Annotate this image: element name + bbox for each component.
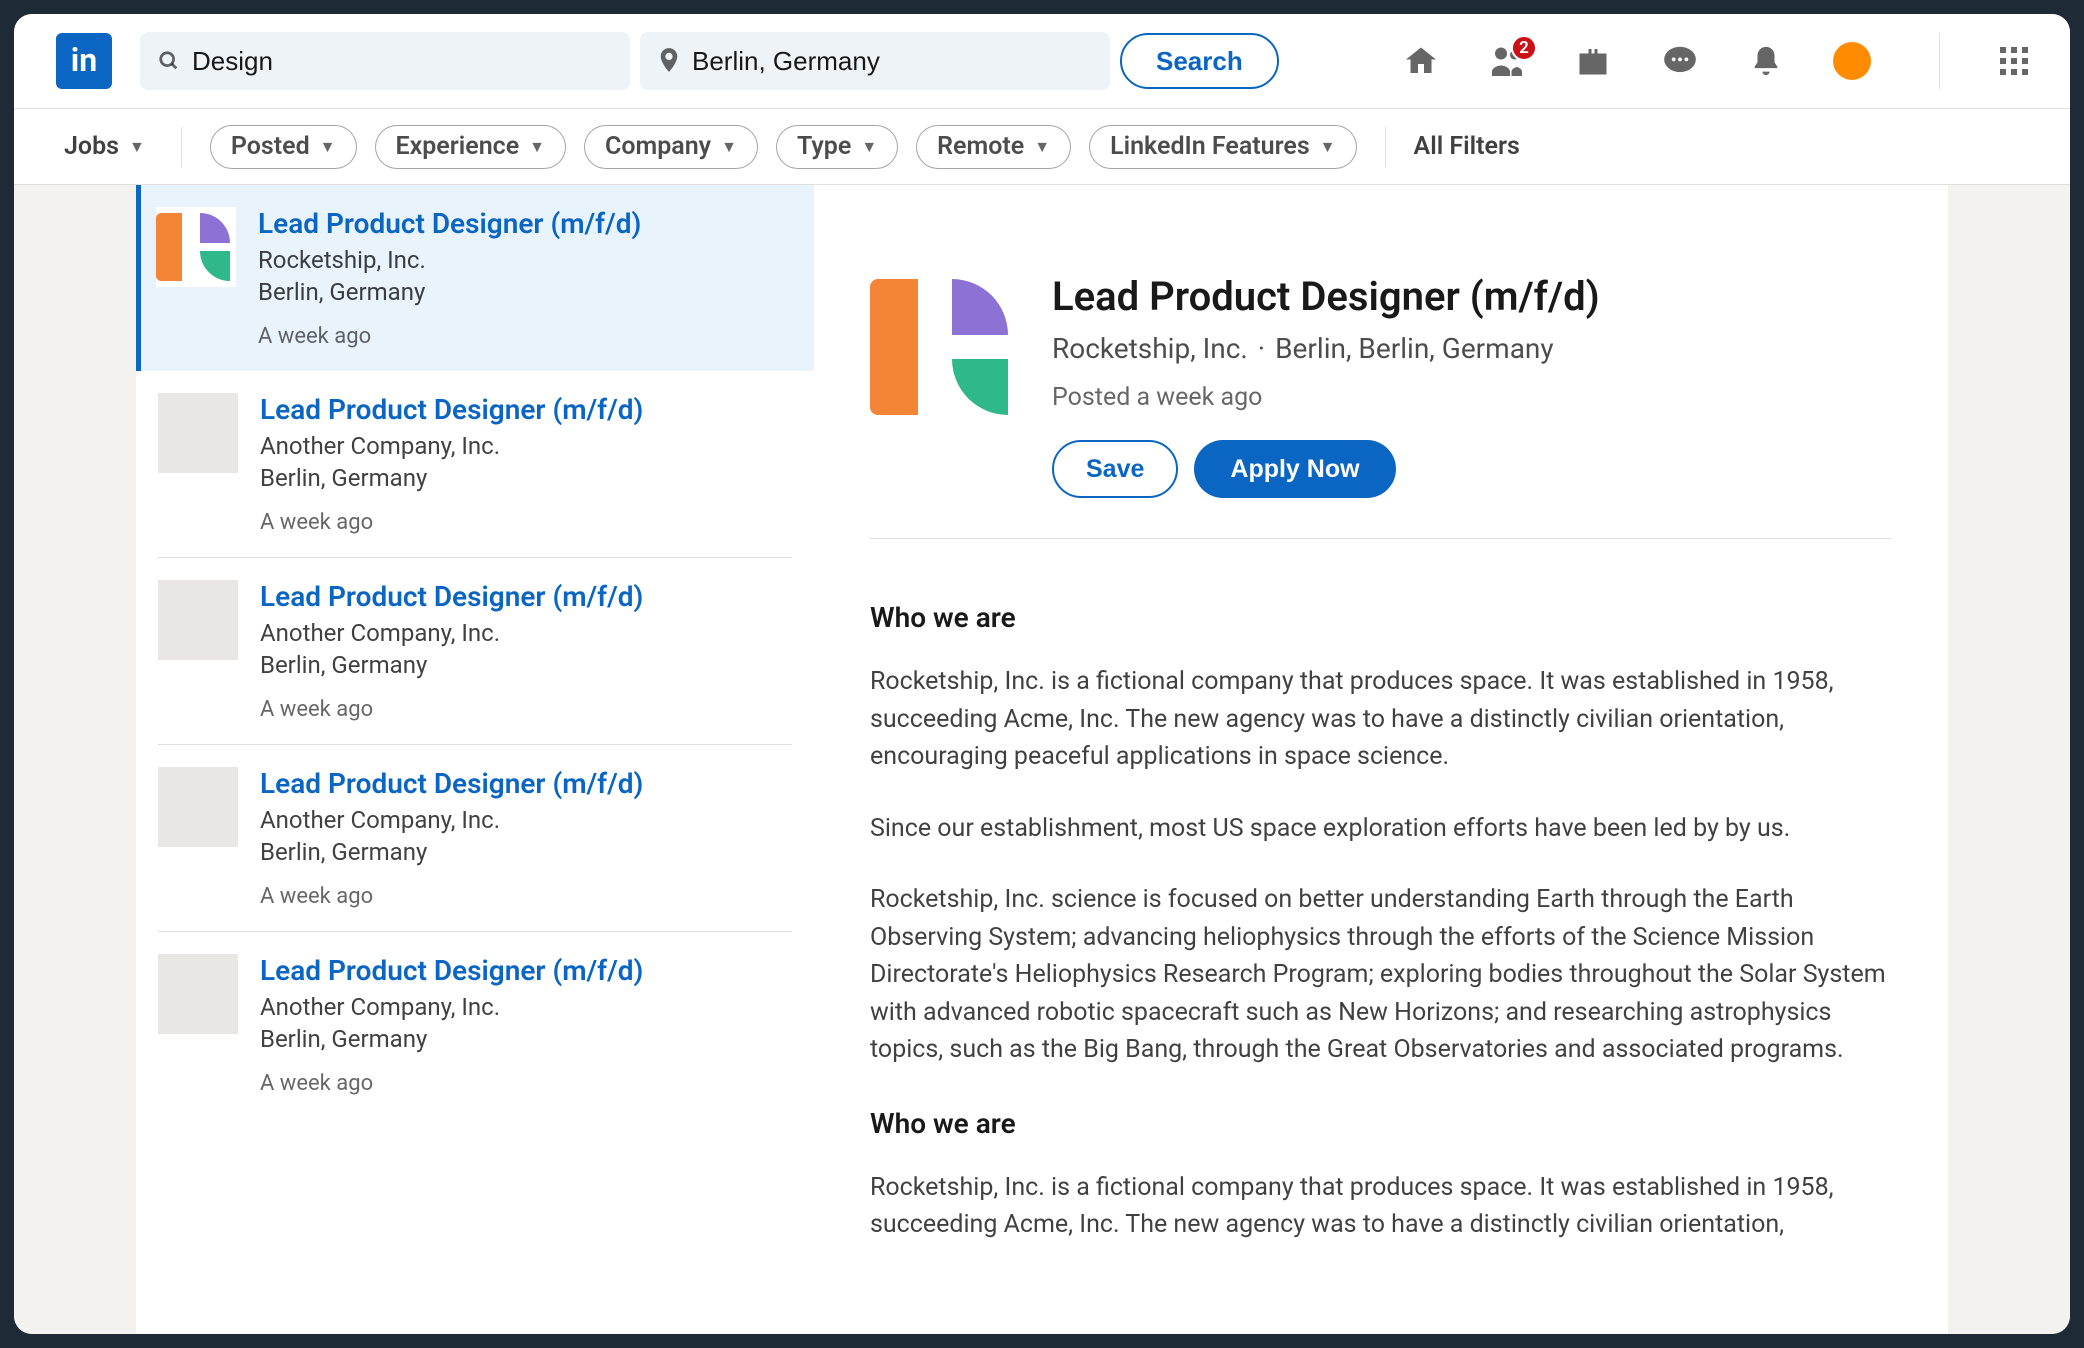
job-time: A week ago bbox=[260, 510, 792, 535]
pill-label: Company bbox=[605, 132, 711, 161]
detail-subtitle: Rocketship, Inc.·Berlin, Berlin, Germany bbox=[1052, 332, 1600, 365]
section-paragraph: Rocketship, Inc. is a fictional company … bbox=[870, 663, 1892, 776]
job-time: A week ago bbox=[260, 884, 792, 909]
left-gutter bbox=[14, 185, 136, 1334]
detail-company-logo bbox=[870, 273, 1018, 421]
job-location: Berlin, Germany bbox=[260, 838, 792, 866]
search-location-box[interactable] bbox=[640, 32, 1110, 90]
apply-button[interactable]: Apply Now bbox=[1194, 440, 1395, 498]
job-company: Rocketship, Inc. bbox=[258, 246, 790, 274]
content: Lead Product Designer (m/f/d) Rocketship,… bbox=[14, 185, 2070, 1334]
detail-company: Rocketship, Inc. bbox=[1052, 332, 1248, 365]
job-title: Lead Product Designer (m/f/d) bbox=[260, 767, 792, 800]
job-location: Berlin, Germany bbox=[260, 464, 792, 492]
detail-actions: Save Apply Now bbox=[1052, 440, 1600, 498]
job-card[interactable]: Lead Product Designer (m/f/d) Rocketship,… bbox=[136, 185, 814, 371]
pill-label: Type bbox=[797, 132, 851, 161]
company-logo bbox=[156, 207, 236, 287]
search-icon bbox=[158, 50, 180, 72]
company-logo bbox=[158, 767, 238, 847]
job-company: Another Company, Inc. bbox=[260, 993, 792, 1021]
right-gutter bbox=[1948, 185, 2070, 1334]
network-badge: 2 bbox=[1511, 35, 1537, 61]
chevron-down-icon: ▼ bbox=[529, 137, 545, 157]
pill-label: LinkedIn Features bbox=[1110, 132, 1310, 161]
filter-pill-experience[interactable]: Experience ▼ bbox=[375, 125, 567, 169]
pill-label: Remote bbox=[937, 132, 1024, 161]
search-group: Search bbox=[140, 32, 1279, 90]
chevron-down-icon: ▼ bbox=[129, 137, 145, 157]
job-title: Lead Product Designer (m/f/d) bbox=[260, 580, 792, 613]
top-header: in Search 2 bbox=[14, 14, 2070, 109]
nav-icons: 2 bbox=[1403, 33, 2028, 89]
filter-separator bbox=[181, 127, 182, 167]
section-paragraph: Rocketship, Inc. is a fictional company … bbox=[870, 1169, 1892, 1244]
job-time: A week ago bbox=[260, 1071, 792, 1096]
job-card[interactable]: Lead Product Designer (m/f/d) Another Com… bbox=[158, 558, 792, 745]
job-location: Berlin, Germany bbox=[260, 1025, 792, 1053]
linkedin-logo[interactable]: in bbox=[56, 33, 112, 89]
apps-icon[interactable] bbox=[2000, 47, 2028, 75]
chevron-down-icon: ▼ bbox=[1034, 137, 1050, 157]
filter-pill-company[interactable]: Company ▼ bbox=[584, 125, 758, 169]
job-card[interactable]: Lead Product Designer (m/f/d) Another Com… bbox=[158, 371, 792, 558]
filter-pill-type[interactable]: Type ▼ bbox=[776, 125, 898, 169]
company-logo bbox=[158, 580, 238, 660]
chevron-down-icon: ▼ bbox=[861, 137, 877, 157]
section-paragraph: Since our establishment, most US space e… bbox=[870, 810, 1892, 848]
job-card[interactable]: Lead Product Designer (m/f/d) Another Com… bbox=[158, 745, 792, 932]
jobs-dropdown[interactable]: Jobs ▼ bbox=[56, 132, 153, 161]
home-icon[interactable] bbox=[1403, 43, 1439, 79]
search-input[interactable] bbox=[192, 46, 612, 77]
filter-bar: Jobs ▼ Posted▼Experience▼Company▼Type▼Re… bbox=[14, 109, 2070, 185]
header-divider bbox=[1939, 33, 1940, 89]
filter-pill-linkedin-features[interactable]: LinkedIn Features ▼ bbox=[1089, 125, 1356, 169]
pill-label: Posted bbox=[231, 132, 310, 161]
job-company: Another Company, Inc. bbox=[260, 432, 792, 460]
company-logo bbox=[158, 393, 238, 473]
jobs-label: Jobs bbox=[64, 132, 119, 161]
job-detail-panel[interactable]: Lead Product Designer (m/f/d) Rocketship… bbox=[814, 185, 1948, 1334]
search-keyword-box[interactable] bbox=[140, 32, 630, 90]
avatar[interactable] bbox=[1833, 42, 1871, 80]
filter-separator bbox=[1385, 127, 1386, 167]
company-logo bbox=[158, 954, 238, 1034]
job-company: Another Company, Inc. bbox=[260, 806, 792, 834]
job-location: Berlin, Germany bbox=[260, 651, 792, 679]
section-heading: Who we are bbox=[870, 1103, 1892, 1145]
messaging-icon[interactable] bbox=[1661, 42, 1699, 80]
filter-pill-remote[interactable]: Remote ▼ bbox=[916, 125, 1071, 169]
all-filters-button[interactable]: All Filters bbox=[1414, 132, 1520, 161]
job-title: Lead Product Designer (m/f/d) bbox=[260, 954, 792, 987]
job-time: A week ago bbox=[260, 697, 792, 722]
chevron-down-icon: ▼ bbox=[320, 137, 336, 157]
section-heading: Who we are bbox=[870, 597, 1892, 639]
section-paragraph: Rocketship, Inc. science is focused on b… bbox=[870, 881, 1892, 1069]
save-button[interactable]: Save bbox=[1052, 440, 1178, 498]
jobs-icon[interactable] bbox=[1575, 43, 1611, 79]
filter-pill-posted[interactable]: Posted ▼ bbox=[210, 125, 357, 169]
search-button[interactable]: Search bbox=[1120, 33, 1279, 89]
job-list-panel[interactable]: Lead Product Designer (m/f/d) Rocketship,… bbox=[136, 185, 814, 1334]
detail-location: Berlin, Berlin, Germany bbox=[1275, 332, 1554, 365]
notifications-icon[interactable] bbox=[1749, 44, 1783, 78]
chevron-down-icon: ▼ bbox=[721, 137, 737, 157]
detail-header: Lead Product Designer (m/f/d) Rocketship… bbox=[870, 273, 1892, 539]
job-title: Lead Product Designer (m/f/d) bbox=[258, 207, 790, 240]
job-title: Lead Product Designer (m/f/d) bbox=[260, 393, 792, 426]
detail-description: Who we are Rocketship, Inc. is a fictiona… bbox=[870, 539, 1892, 1244]
location-icon bbox=[658, 48, 680, 74]
network-icon[interactable]: 2 bbox=[1489, 43, 1525, 79]
detail-job-title: Lead Product Designer (m/f/d) bbox=[1052, 273, 1600, 320]
job-company: Another Company, Inc. bbox=[260, 619, 792, 647]
chevron-down-icon: ▼ bbox=[1320, 137, 1336, 157]
job-location: Berlin, Germany bbox=[258, 278, 790, 306]
job-card[interactable]: Lead Product Designer (m/f/d) Another Com… bbox=[158, 932, 792, 1118]
location-input[interactable] bbox=[692, 46, 1092, 77]
pill-label: Experience bbox=[396, 132, 520, 161]
job-time: A week ago bbox=[258, 324, 790, 349]
detail-posted: Posted a week ago bbox=[1052, 383, 1600, 412]
